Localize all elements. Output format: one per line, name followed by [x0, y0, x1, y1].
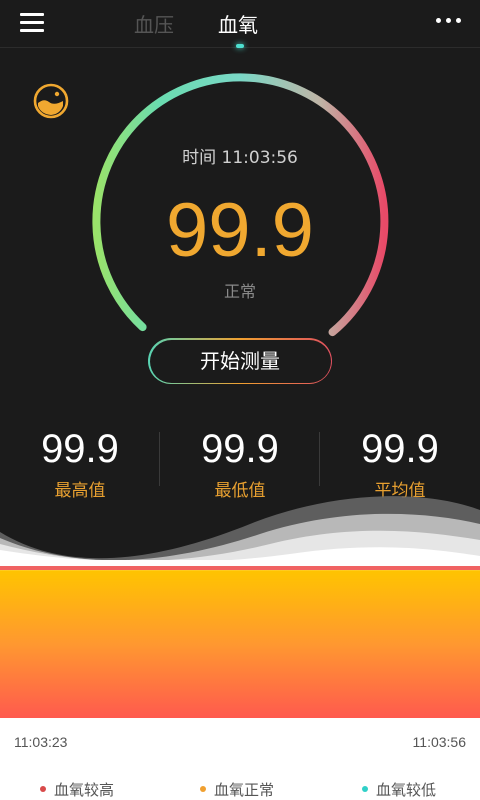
x-tick-start: 11:03:23: [14, 734, 68, 750]
decorative-wave: [0, 496, 480, 560]
legend-item-high: 血氧较高: [40, 779, 114, 800]
stat-avg-value: 99.9: [361, 427, 439, 471]
legend-label-low: 血氧较低: [376, 781, 437, 799]
legend-item-low: 血氧较低: [362, 779, 436, 800]
legend-dot-low: [362, 785, 368, 792]
x-tick-end: 11:03:56: [412, 734, 466, 750]
measurement-time: 时间 11:03:56: [182, 148, 298, 168]
spo2-area: [0, 570, 480, 718]
legend-dot-normal: [200, 785, 206, 792]
start-measure-button[interactable]: 开始测量: [148, 338, 332, 384]
chart-top-band: [0, 566, 480, 570]
legend-label-high: 血氧较高: [54, 781, 115, 799]
status-text: 正常: [223, 282, 256, 301]
chart-series: [0, 570, 480, 718]
stat-min-value: 99.9: [201, 427, 279, 471]
legend-dot-high: [40, 785, 46, 792]
legend-label-normal: 血氧正常: [214, 781, 275, 799]
spo2-reading: 99.9: [166, 188, 314, 273]
start-measure-label: 开始测量: [149, 339, 331, 383]
stat-max-value: 99.9: [41, 427, 119, 471]
top-panel: 血压 血氧 时间 11:03:56 99.9 正常 开始测量 99.9 最高值: [0, 0, 480, 560]
legend-item-normal: 血氧正常: [200, 779, 274, 800]
chart-legend: 血氧较高 血氧正常 血氧较低: [0, 779, 480, 800]
spo2-area-chart: [0, 566, 480, 718]
